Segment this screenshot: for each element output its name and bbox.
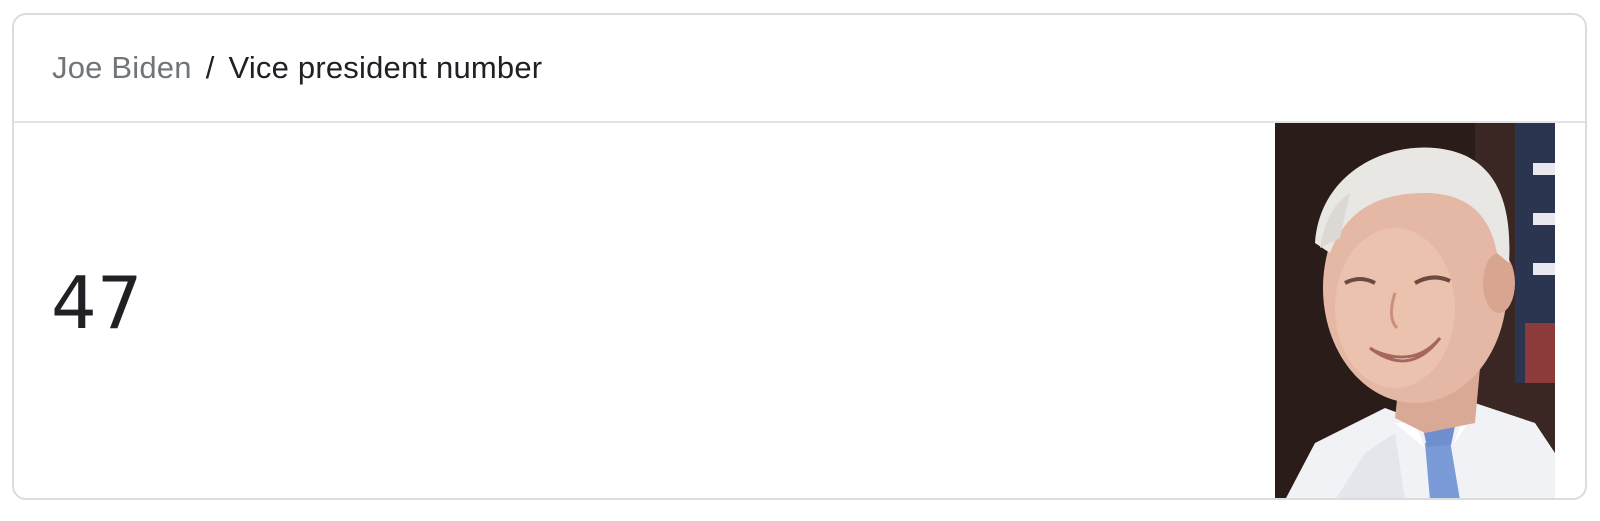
entity-photo[interactable] — [1275, 123, 1555, 498]
breadcrumb-separator: / — [205, 50, 215, 85]
breadcrumb-entity-link[interactable]: Joe Biden — [52, 50, 192, 86]
breadcrumb: Joe Biden / Vice president number — [14, 15, 1585, 123]
knowledge-card: Joe Biden / Vice president number 47 — [12, 13, 1587, 500]
portrait-image — [1275, 123, 1555, 498]
answer-value: 47 — [51, 261, 143, 345]
breadcrumb-attribute: Vice president number — [228, 50, 543, 85]
card-body: 47 — [14, 123, 1585, 498]
